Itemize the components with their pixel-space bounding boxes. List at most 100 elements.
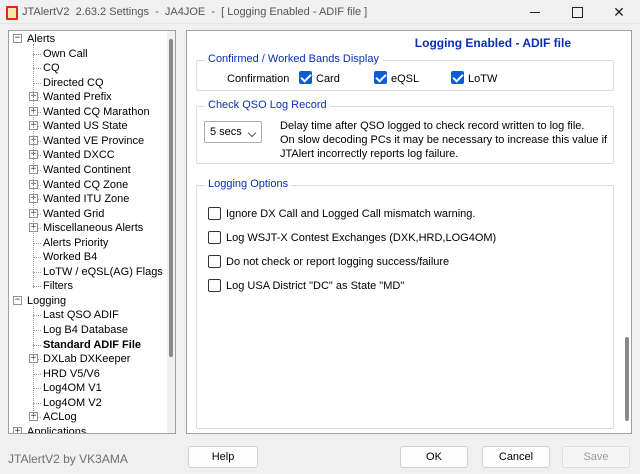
tree-item-label: Log B4 Database [43, 324, 129, 336]
tree-item-label: Wanted ITU Zone [43, 193, 130, 206]
tree-item-alerts[interactable]: Alerts [27, 32, 55, 46]
tree-item-own-call[interactable]: Own Call [43, 47, 88, 61]
tree-item-hrd-v5-v6[interactable]: HRD V5/V6 [43, 367, 100, 381]
tree-item-alerts-priority[interactable]: Alerts Priority [43, 236, 108, 250]
tree-item-filters[interactable]: Filters [43, 279, 73, 293]
tree-item-wanted-cq-zone[interactable]: Wanted CQ Zone [43, 178, 128, 192]
tree-branch-line [33, 242, 41, 244]
tree-scroll-thumb[interactable] [169, 39, 173, 357]
tree-item-log4om-v2[interactable]: Log4OM V2 [43, 396, 102, 410]
log-contest-exchanges-label: Log WSJT-X Contest Exchanges (DXK,HRD,LO… [226, 232, 497, 244]
tree-item-wanted-us-state[interactable]: Wanted US State [43, 119, 128, 133]
ignore-dx-mismatch-checkbox[interactable] [208, 207, 221, 220]
delay-desc-line2: On slow decoding PCs it may be necessary… [280, 134, 608, 146]
cancel-button[interactable]: Cancel [482, 446, 550, 468]
log-contest-exchanges-checkbox[interactable] [208, 231, 221, 244]
delay-desc-line1: Delay time after QSO logged to check rec… [280, 120, 585, 132]
tree-item-label: Standard ADIF File [43, 338, 141, 351]
delay-select[interactable]: 5 secs [204, 121, 262, 143]
no-logging-check-checkbox[interactable] [208, 255, 221, 268]
log-dc-as-md-label: Log USA District "DC" as State "MD" [226, 280, 405, 292]
tree-item-label: Worked B4 [43, 251, 98, 264]
tree-branch-line [33, 271, 41, 273]
chevron-down-icon [247, 128, 257, 138]
tree-item-label: Log4OM V2 [43, 396, 102, 409]
tree-item-cq[interactable]: CQ [43, 61, 60, 75]
tree-item-label: Applications [27, 425, 87, 434]
credit-text: JTAlertV2 by VK3AMA [8, 452, 128, 466]
tree-item-label: Wanted Continent [43, 163, 131, 176]
tree-item-miscellaneous-alerts[interactable]: Miscellaneous Alerts [43, 221, 143, 235]
save-button[interactable]: Save [562, 446, 630, 468]
log-dc-as-md-checkbox[interactable] [208, 279, 221, 292]
tree-item-applications[interactable]: Applications [27, 425, 87, 434]
tree-branch-line [33, 344, 41, 346]
close-button[interactable]: ✕ [598, 0, 640, 24]
tree-item-wanted-cq-marathon[interactable]: Wanted CQ Marathon [43, 105, 150, 119]
app-icon [4, 5, 18, 20]
collapse-icon[interactable]: − [13, 34, 22, 43]
tree-item-wanted-itu-zone[interactable]: Wanted ITU Zone [43, 192, 129, 206]
tree-item-lotw-eqsl-ag-flags[interactable]: LoTW / eQSL(AG) Flags [43, 265, 163, 279]
tree-item-log-b4-database[interactable]: Log B4 Database [43, 323, 128, 337]
card-checkbox[interactable] [299, 71, 312, 84]
tree-guide-line [33, 305, 34, 419]
lotw-checkbox[interactable] [451, 71, 464, 84]
tree-item-label: Wanted US State [43, 120, 128, 133]
expand-icon[interactable]: + [13, 426, 22, 433]
tree-item-wanted-ve-province[interactable]: Wanted VE Province [43, 134, 144, 148]
tree-item-label: Wanted Prefix [43, 91, 112, 104]
tree-branch-line [33, 257, 41, 259]
tree-item-dxlab-dxkeeper[interactable]: DXLab DXKeeper [43, 352, 130, 366]
maximize-button[interactable] [556, 0, 598, 24]
ignore-dx-mismatch-label: Ignore DX Call and Logged Call mismatch … [226, 208, 476, 220]
tree-item-standard-adif-file[interactable]: Standard ADIF File [43, 338, 141, 352]
tree-branch-line [33, 373, 41, 375]
tree-item-aclog[interactable]: ACLog [43, 410, 77, 424]
tree-item-last-qso-adif[interactable]: Last QSO ADIF [43, 308, 119, 322]
tree-branch-line [33, 82, 41, 84]
tree-item-label: Wanted CQ Zone [43, 178, 129, 191]
check-qso-group: Check QSO Log Record 5 secs Delay time a… [196, 99, 614, 164]
tree-branch-line [33, 388, 41, 390]
tree-item-wanted-grid[interactable]: Wanted Grid [43, 207, 104, 221]
settings-tree: − Alerts Own Call CQ Directed CQ + Wanted Pref… [8, 30, 176, 434]
tree-branch-line [33, 315, 41, 317]
tree-branch-line [33, 330, 41, 331]
tree-branch-line [33, 68, 41, 70]
panel-scrollbar[interactable] [625, 337, 629, 421]
tree-item-label: Wanted DXCC [43, 149, 115, 162]
minimize-button[interactable] [514, 0, 556, 24]
tree-item-label: Own Call [43, 47, 88, 60]
tree-item-wanted-continent[interactable]: Wanted Continent [43, 163, 131, 177]
card-label: Card [316, 73, 340, 85]
tree-item-label: Alerts [27, 33, 56, 45]
tree-scrollbar[interactable] [167, 31, 175, 433]
tree-item-label: Alerts Priority [43, 236, 109, 249]
collapse-icon[interactable]: − [13, 295, 22, 305]
tree-branch-line [33, 286, 41, 288]
eqsl-checkbox[interactable] [374, 71, 387, 84]
ok-button[interactable]: OK [400, 446, 468, 468]
delay-desc-line3: JTAlert incorrectly reports log failure. [280, 148, 459, 160]
tree-item-wanted-dxcc[interactable]: Wanted DXCC [43, 148, 115, 162]
tree-item-directed-cq[interactable]: Directed CQ [43, 76, 104, 90]
tree-item-label: Filters [43, 280, 73, 293]
tree-item-worked-b4[interactable]: Worked B4 [43, 250, 97, 264]
tree-item-wanted-prefix[interactable]: Wanted Prefix [43, 90, 112, 104]
help-button[interactable]: Help [188, 446, 258, 468]
tree-item-label: Directed CQ [43, 76, 104, 89]
tree-item-label: Wanted CQ Marathon [43, 105, 150, 118]
title-bar: JTAlertV2 2.63.2 Settings - JA4JOE - [ L… [0, 0, 640, 24]
tree-item-log4om-v1[interactable]: Log4OM V1 [43, 381, 102, 395]
tree-item-label: CQ [43, 62, 60, 75]
check-qso-legend: Check QSO Log Record [205, 99, 330, 111]
tree-item-label: Wanted VE Province [43, 134, 145, 147]
tree-item-label: DXLab DXKeeper [43, 353, 131, 366]
tree-item-label: Wanted Grid [43, 207, 105, 220]
tree-item-label: Last QSO ADIF [43, 309, 119, 322]
page-title: Logging Enabled - ADIF file [414, 36, 571, 50]
tree-branch-line [33, 402, 41, 404]
lotw-label: LoTW [468, 73, 498, 85]
tree-item-label: ACLog [43, 411, 77, 424]
